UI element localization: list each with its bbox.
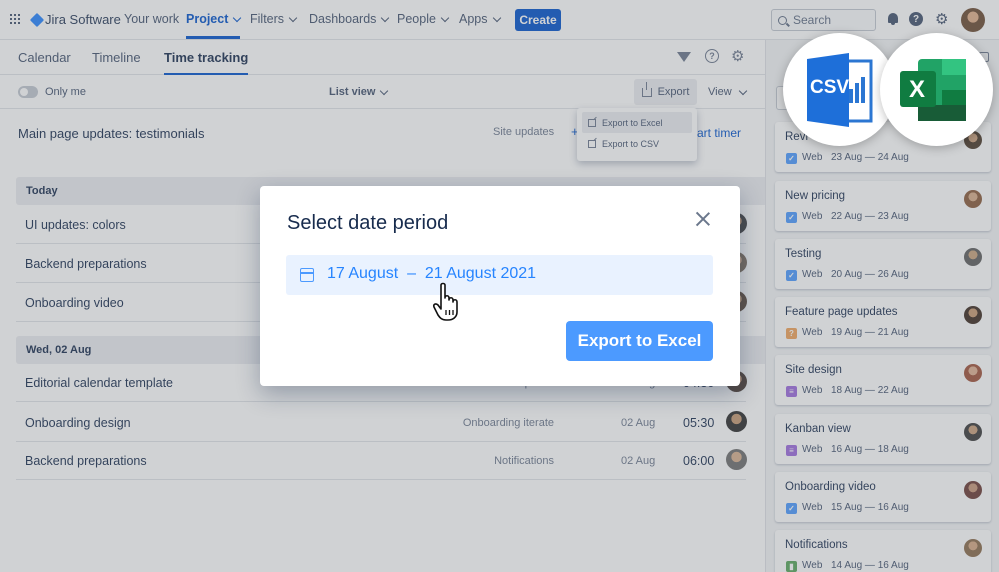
calendar-icon bbox=[300, 268, 314, 282]
csv-label: CSV bbox=[810, 77, 850, 98]
close-icon[interactable] bbox=[696, 212, 710, 226]
excel-file-bubble: X bbox=[880, 33, 993, 146]
date-range-picker[interactable]: 17 August – 21 August 2021 bbox=[286, 255, 713, 295]
hand-pointer-icon bbox=[433, 282, 458, 321]
excel-letter: X bbox=[909, 76, 926, 103]
date-range-value: 17 August – 21 August 2021 bbox=[327, 265, 537, 282]
export-to-excel-button[interactable]: Export to Excel bbox=[566, 321, 713, 361]
select-date-period-dialog: Select date period 17 August – 21 August… bbox=[260, 186, 740, 386]
dialog-title: Select date period bbox=[287, 212, 449, 234]
excel-icon bbox=[900, 59, 966, 121]
